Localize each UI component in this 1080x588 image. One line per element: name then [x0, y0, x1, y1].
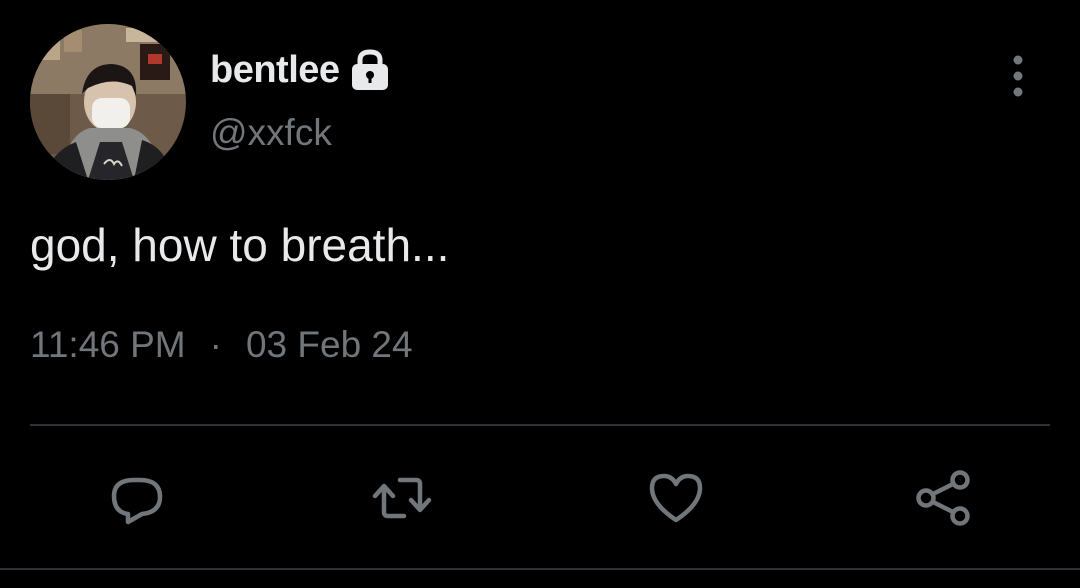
- tweet-date[interactable]: 03 Feb 24: [246, 324, 413, 365]
- user-handle[interactable]: @xxfck: [210, 112, 332, 154]
- heart-icon: [644, 466, 708, 530]
- reply-icon: [104, 466, 168, 530]
- avatar-image: [30, 24, 186, 180]
- tweet-meta: 11:46 PM · 03 Feb 24: [30, 324, 413, 366]
- tweet-time[interactable]: 11:46 PM: [30, 324, 186, 365]
- tweet-card: bentlee @xxfck god, how to breath... 11:…: [0, 0, 1080, 588]
- display-name-row: bentlee: [210, 42, 392, 98]
- avatar[interactable]: [30, 24, 186, 180]
- meta-separator: ·: [209, 324, 222, 365]
- more-vertical-icon[interactable]: [1000, 52, 1036, 100]
- share-icon: [912, 466, 976, 530]
- display-name[interactable]: bentlee: [210, 49, 340, 92]
- share-button[interactable]: [912, 466, 976, 530]
- like-button[interactable]: [644, 466, 708, 530]
- bottom-divider: [0, 568, 1080, 570]
- reply-button[interactable]: [104, 466, 168, 530]
- retweet-button[interactable]: [370, 466, 434, 530]
- tweet-text: god, how to breath...: [30, 219, 450, 271]
- lock-icon: [348, 48, 392, 92]
- retweet-icon: [370, 466, 434, 530]
- divider: [30, 424, 1050, 426]
